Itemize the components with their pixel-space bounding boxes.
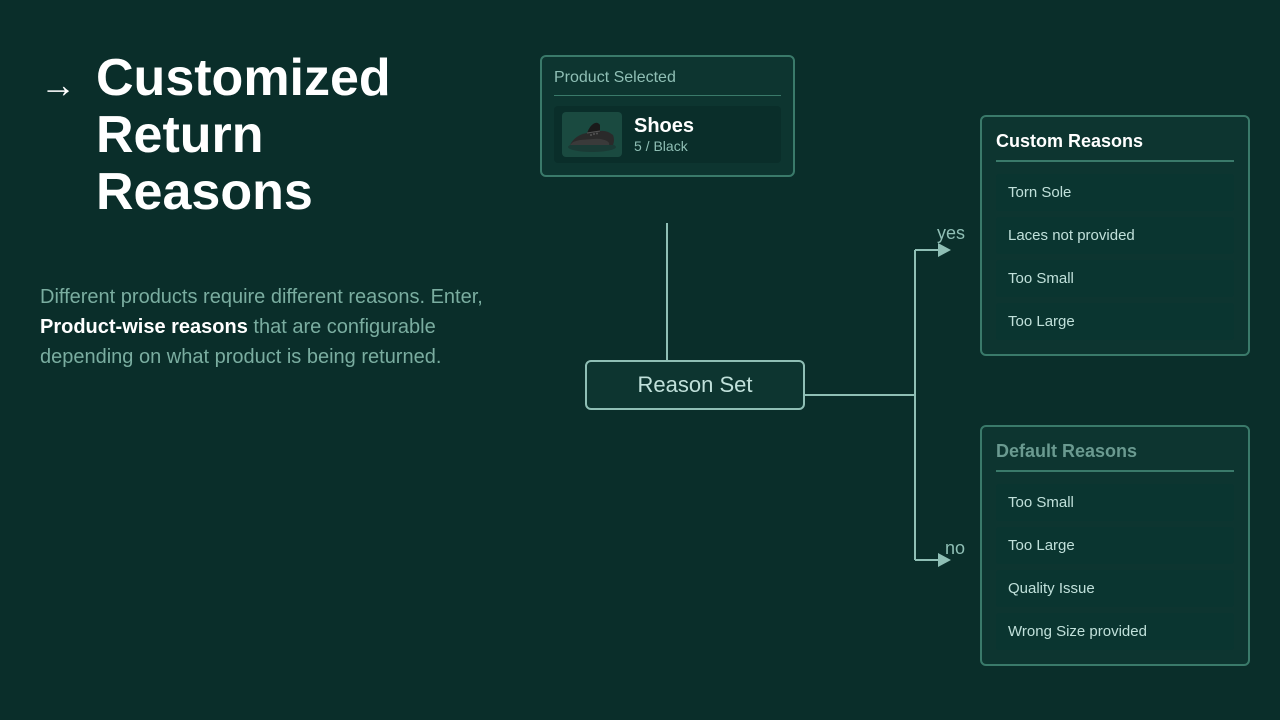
title-block: → Customized Return Reasons (40, 50, 500, 222)
custom-reason-item-3: Too Small (996, 260, 1234, 297)
default-reason-item-2: Too Large (996, 527, 1234, 564)
no-label: no (945, 538, 965, 559)
shoe-image (562, 112, 622, 157)
default-reasons-title: Default Reasons (996, 441, 1234, 472)
custom-reason-item-4: Too Large (996, 303, 1234, 340)
default-reason-item-3: Quality Issue (996, 570, 1234, 607)
default-reason-item-4: Wrong Size provided (996, 613, 1234, 650)
product-info: Shoes 5 / Black (634, 115, 694, 154)
product-selected-label: Product Selected (554, 69, 781, 96)
custom-reasons-title: Custom Reasons (996, 131, 1234, 162)
reason-set-box: Reason Set (585, 360, 805, 410)
yes-label: yes (937, 223, 965, 244)
custom-reason-item-2: Laces not provided (996, 217, 1234, 254)
product-item: Shoes 5 / Black (554, 106, 781, 163)
product-variant: 5 / Black (634, 138, 694, 154)
description-text: Different products require different rea… (40, 282, 500, 372)
arrow-icon: → (40, 64, 76, 106)
default-reasons-box: Default Reasons Too Small Too Large Qual… (980, 425, 1250, 666)
product-name: Shoes (634, 115, 694, 138)
custom-reason-item-1: Torn Sole (996, 174, 1234, 211)
reason-set-label: Reason Set (638, 372, 753, 397)
product-selected-box: Product Selected Shoes 5 / Black (540, 55, 795, 177)
custom-reasons-box: Custom Reasons Torn Sole Laces not provi… (980, 115, 1250, 356)
default-reason-item-1: Too Small (996, 484, 1234, 521)
diagram-section: Product Selected Shoes 5 / Black (530, 55, 1250, 675)
left-section: → Customized Return Reasons Different pr… (40, 50, 500, 372)
main-title: Customized Return Reasons (96, 50, 391, 222)
